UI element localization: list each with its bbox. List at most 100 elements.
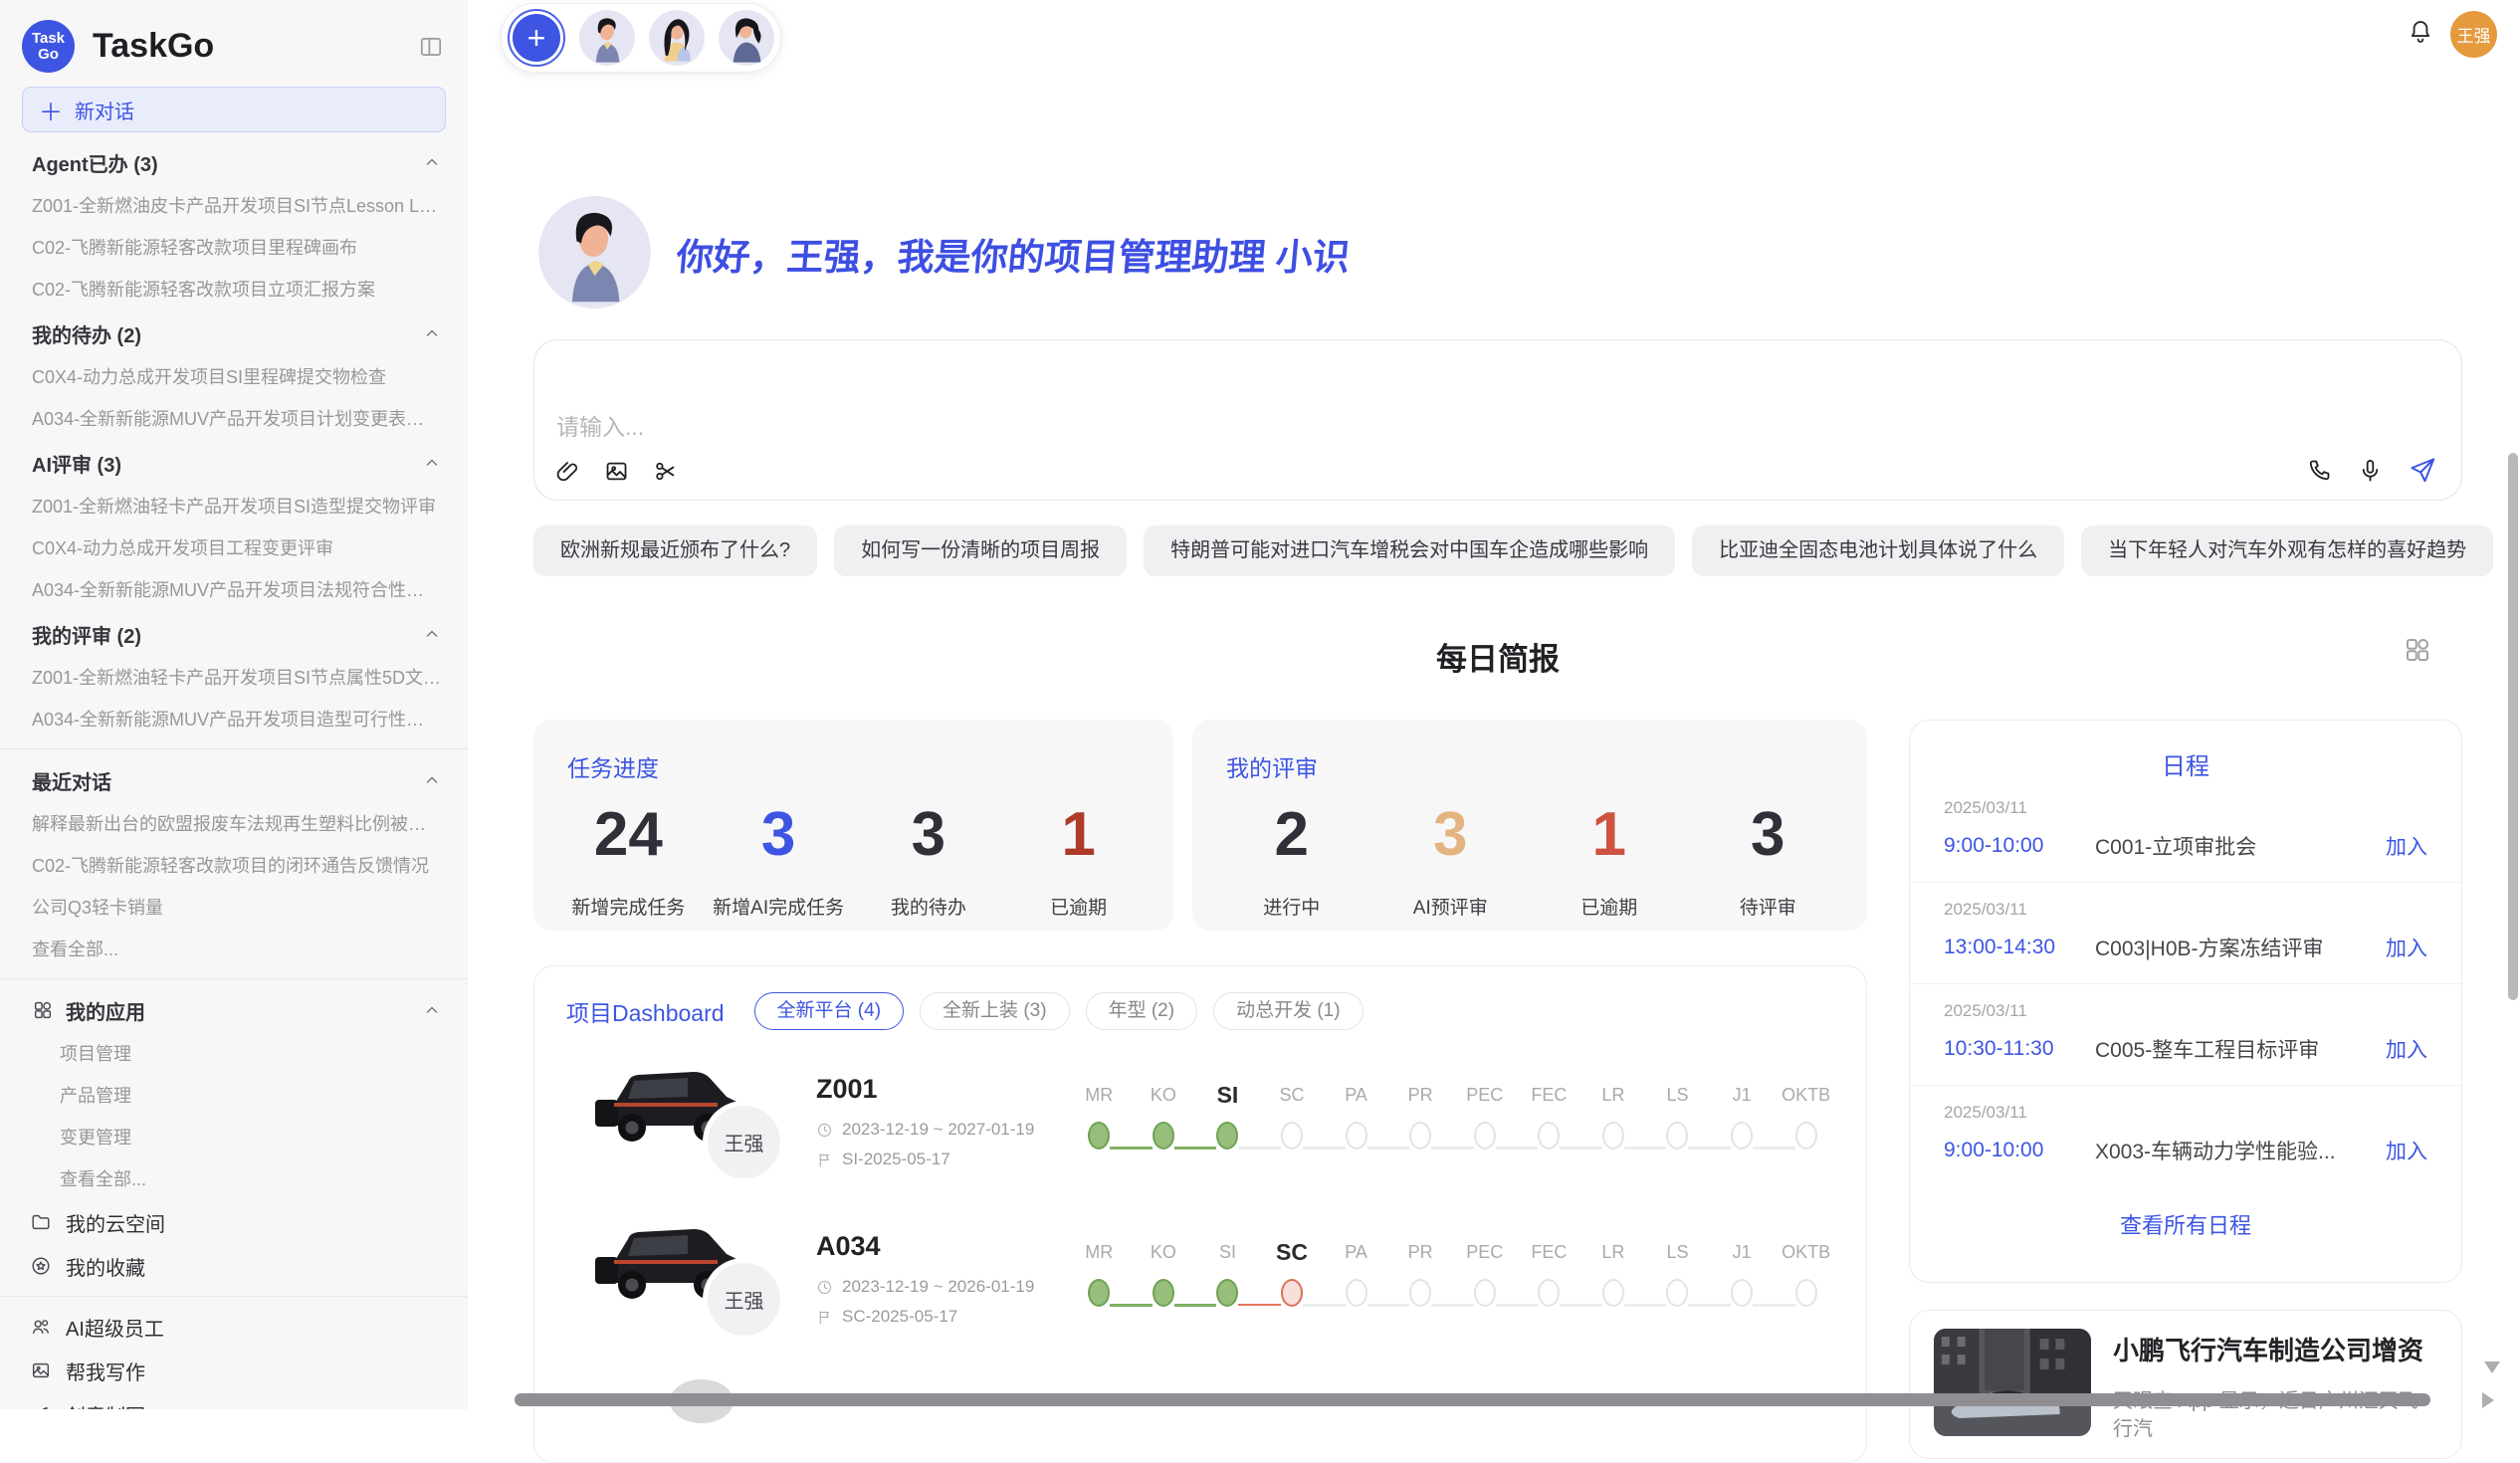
schedule-event: 2025/03/1110:30-11:30C005-整车工程目标评审加入: [1910, 983, 2461, 1085]
sidebar-item[interactable]: C0X4-动力总成开发项目SI里程碑提交物检查: [0, 356, 468, 398]
agent-avatar-3[interactable]: [719, 10, 774, 66]
sidebar-section-header-recent[interactable]: 最近对话: [0, 757, 468, 803]
sidebar-tool-1[interactable]: 帮我写作: [0, 1349, 468, 1392]
project-row[interactable]: 王强Z0012023-12-19 ~ 2027-01-19SI-2025-05-…: [534, 1036, 1866, 1193]
chevron-up-icon[interactable]: [422, 770, 442, 790]
message-composer[interactable]: 请输入...: [533, 339, 2462, 501]
event-join-link[interactable]: 加入: [2386, 1034, 2427, 1064]
sidebar-item[interactable]: A034-全新新能源MUV产品开发项目法规符合性评审: [0, 569, 468, 611]
app-item[interactable]: 产品管理: [0, 1075, 468, 1117]
project-image: 王强: [582, 1044, 786, 1189]
sidebar-item[interactable]: A034-全新新能源MUV产品开发项目计划变更表编写: [0, 398, 468, 440]
sidebar-item[interactable]: A034-全新新能源MUV产品开发项目造型可行性评审: [0, 699, 468, 740]
recent-view-all-link[interactable]: 查看全部...: [0, 929, 468, 970]
chevron-up-icon[interactable]: [422, 323, 442, 343]
event-main: 9:00-10:00X003-车辆动力学性能验...加入: [1944, 1136, 2427, 1165]
suggestion-chip[interactable]: 比亚迪全固态电池计划具体说了什么: [1692, 525, 2064, 576]
phone-icon[interactable]: [2306, 457, 2333, 484]
owner-badge: 王强: [708, 1106, 780, 1178]
project-flag: SI-2025-05-17: [816, 1150, 1067, 1169]
horizontal-scrollbar[interactable]: [515, 1393, 2430, 1406]
vertical-scrollbar[interactable]: [2508, 453, 2518, 1000]
card-title: 我的评审: [1192, 720, 1867, 783]
milestone-dot: [1731, 1122, 1753, 1150]
agent-avatar-1[interactable]: [579, 10, 635, 66]
project-row[interactable]: 王强A0342023-12-19 ~ 2026-01-19SC-2025-05-…: [534, 1193, 1866, 1351]
sidebar-section-header-1[interactable]: 我的待办 (2): [0, 311, 468, 356]
event-join-link[interactable]: 加入: [2386, 1136, 2427, 1165]
send-icon[interactable]: [2408, 455, 2437, 485]
people-icon: [30, 1316, 52, 1338]
suggestion-chip[interactable]: 如何写一份清晰的项目周报: [834, 525, 1127, 576]
event-join-link[interactable]: 加入: [2386, 933, 2427, 962]
sidebar-tool-0[interactable]: AI超级员工: [0, 1305, 468, 1349]
app-item[interactable]: 项目管理: [0, 1033, 468, 1075]
sidebar-section-header-apps[interactable]: 我的应用: [0, 987, 468, 1033]
cloud-folder-icon: [30, 1211, 52, 1233]
divider: [0, 978, 468, 979]
recent-chat-item[interactable]: 解释最新出台的欧盟报废车法规再生塑料比例被调至15%...: [0, 803, 468, 845]
recent-chat-item[interactable]: C02-飞腾新能源轻客改款项目的闭环通告反馈情况: [0, 845, 468, 887]
new-chat-button[interactable]: ＋ 新对话: [22, 87, 446, 132]
sidebar-link-1[interactable]: 我的收藏: [0, 1244, 468, 1288]
scroll-down-arrow[interactable]: [2484, 1361, 2500, 1373]
event-main: 9:00-10:00C001-立项审批会加入: [1944, 831, 2427, 861]
milestone-oktb: OKTB: [1774, 1237, 1838, 1351]
sidebar-item[interactable]: Z001-全新燃油轻卡产品开发项目SI节点属性5D文件评审: [0, 657, 468, 699]
filter-chip[interactable]: 年型 (2): [1086, 992, 1198, 1030]
milestone-pa: PA: [1324, 1080, 1388, 1193]
filter-chip[interactable]: 全新上装 (3): [920, 992, 1070, 1030]
agent-avatar-2[interactable]: [649, 10, 705, 66]
stat-label: 我的待办: [854, 893, 1004, 920]
image-icon[interactable]: [603, 458, 630, 485]
event-join-link[interactable]: 加入: [2386, 831, 2427, 861]
chevron-up-icon[interactable]: [422, 152, 442, 172]
event-date: 2025/03/11: [1944, 900, 2427, 920]
sidebar-item[interactable]: C02-飞腾新能源轻客改款项目立项汇报方案: [0, 269, 468, 311]
filter-chip[interactable]: 动总开发 (1): [1213, 992, 1364, 1030]
sidebar-tool-2[interactable]: 创意制图: [0, 1392, 468, 1409]
briefing-layout-icon[interactable]: [2403, 635, 2432, 665]
milestone-dot: [1216, 1122, 1238, 1150]
schedule-event: 2025/03/1113:00-14:30C003|H0B-方案冻结评审加入: [1910, 882, 2461, 983]
milestone-lr: LR: [1581, 1080, 1646, 1193]
sidebar-item[interactable]: C0X4-动力总成开发项目工程变更评审: [0, 527, 468, 569]
new-conversation-button[interactable]: +: [508, 9, 565, 67]
milestone-oktb: OKTB: [1774, 1080, 1838, 1193]
sidebar-section-header-2[interactable]: AI评审 (3): [0, 440, 468, 486]
scroll-right-arrow[interactable]: [2482, 1392, 2494, 1408]
sidebar-section-header-0[interactable]: Agent已办 (3): [0, 139, 468, 185]
view-all-schedule-link[interactable]: 查看所有日程: [1910, 1208, 2461, 1240]
milestone-sc: SC: [1260, 1237, 1325, 1351]
milestone-fec: FEC: [1517, 1237, 1581, 1351]
tool-label: 创意制图: [66, 1400, 145, 1410]
sidebar-item[interactable]: Z001-全新燃油皮卡产品开发项目SI节点Lesson Learn报告: [0, 185, 468, 227]
sidebar-item[interactable]: C02-飞腾新能源轻客改款项目里程碑画布: [0, 227, 468, 269]
logo-text-bottom: Go: [38, 47, 59, 63]
sidebar-collapse-icon[interactable]: [418, 34, 444, 60]
user-avatar[interactable]: 王强: [2450, 11, 2497, 58]
sidebar-section-header-3[interactable]: 我的评审 (2): [0, 611, 468, 657]
stat-value: 3: [1371, 799, 1531, 871]
filter-chip[interactable]: 全新平台 (4): [754, 992, 905, 1030]
scissors-icon[interactable]: [652, 458, 679, 485]
apps-view-all-link[interactable]: 查看全部...: [0, 1158, 468, 1200]
chevron-up-icon[interactable]: [422, 624, 442, 644]
stat: 3我的待办: [854, 799, 1004, 920]
card-title: 任务进度: [533, 720, 1173, 783]
suggestion-chip[interactable]: 欧洲新规最近颁布了什么?: [533, 525, 817, 576]
clock-icon: [816, 1279, 833, 1296]
app-item[interactable]: 变更管理: [0, 1117, 468, 1158]
suggestion-chip[interactable]: 当下年轻人对汽车外观有怎样的喜好趋势: [2081, 525, 2493, 576]
attachment-icon[interactable]: [554, 458, 581, 485]
sidebar-item[interactable]: Z001-全新燃油轻卡产品开发项目SI造型提交物评审: [0, 486, 468, 527]
recent-chat-item[interactable]: 公司Q3轻卡销量: [0, 887, 468, 929]
milestone-pr: PR: [1388, 1237, 1453, 1351]
news-card[interactable]: 小鹏飞行汽车制造公司增资 天眼查 App 显示，近日广州汇天飞行汽: [1909, 1310, 2462, 1459]
sidebar-link-0[interactable]: 我的云空间: [0, 1200, 468, 1244]
chevron-up-icon[interactable]: [422, 453, 442, 473]
chevron-up-icon[interactable]: [422, 1000, 442, 1020]
notifications-bell-icon[interactable]: [2407, 18, 2434, 46]
microphone-icon[interactable]: [2357, 457, 2384, 484]
suggestion-chip[interactable]: 特朗普可能对进口汽车增税会对中国车企造成哪些影响: [1144, 525, 1675, 576]
